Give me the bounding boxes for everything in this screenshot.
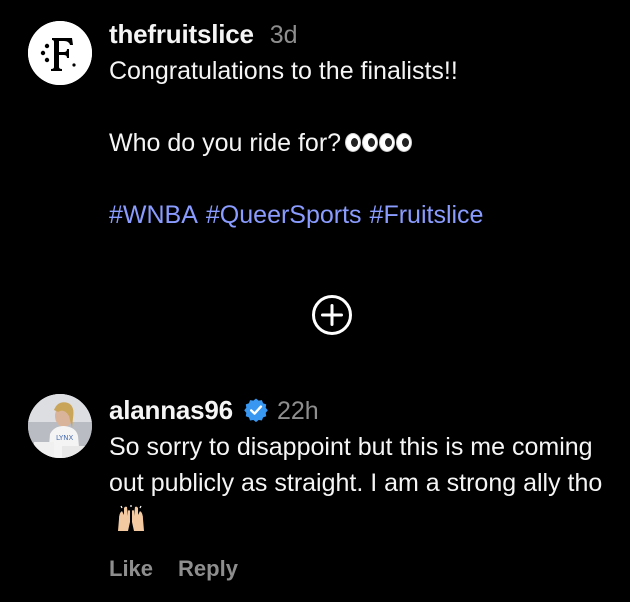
caption-question: Who do you ride for?: [109, 129, 342, 157]
caption-body: thefruitslice 3d Congratulations to the …: [109, 19, 614, 233]
caption-username[interactable]: thefruitslice: [109, 19, 254, 50]
hashtag-fruitslice[interactable]: #Fruitslice: [370, 197, 484, 233]
verified-badge-icon: [243, 397, 269, 423]
raised-hands-icon: [115, 505, 147, 532]
svg-text:LYNX: LYNX: [56, 434, 73, 442]
like-button[interactable]: Like: [109, 556, 153, 582]
comment-text-block: So sorry to disappoint but this is me co…: [109, 429, 614, 537]
reply-button[interactable]: Reply: [178, 556, 238, 582]
comment-username[interactable]: alannas96: [109, 395, 233, 426]
caption-line-2: Who do you ride for?: [109, 125, 614, 161]
add-button[interactable]: [311, 294, 353, 336]
hashtag-queersports[interactable]: #QueerSports: [206, 197, 362, 233]
commenter-avatar[interactable]: LYNX: [28, 394, 92, 458]
comment-text: So sorry to disappoint but this is me co…: [109, 433, 603, 497]
caption-timestamp: 3d: [269, 21, 298, 49]
comment-timestamp: 22h: [276, 397, 319, 425]
user-avatar-photo: LYNX: [28, 394, 92, 458]
fruitslice-logo-icon: [28, 21, 92, 85]
hashtag-list: #WNBA #QueerSports #Fruitslice: [109, 197, 614, 233]
caption-line-1: Congratulations to the finalists!!: [109, 57, 458, 85]
eyes-icon: [345, 132, 413, 152]
plus-circle-icon: [312, 295, 352, 335]
fruitslice-avatar[interactable]: [28, 21, 92, 85]
comment-body: alannas96 22h So sorry to disappoint but…: [109, 393, 614, 537]
comment-header: alannas96 22h: [109, 393, 614, 427]
comment-actions: Like Reply: [109, 556, 238, 582]
caption-header: thefruitslice 3d: [109, 19, 614, 53]
hashtag-wnba[interactable]: #WNBA: [109, 197, 198, 233]
